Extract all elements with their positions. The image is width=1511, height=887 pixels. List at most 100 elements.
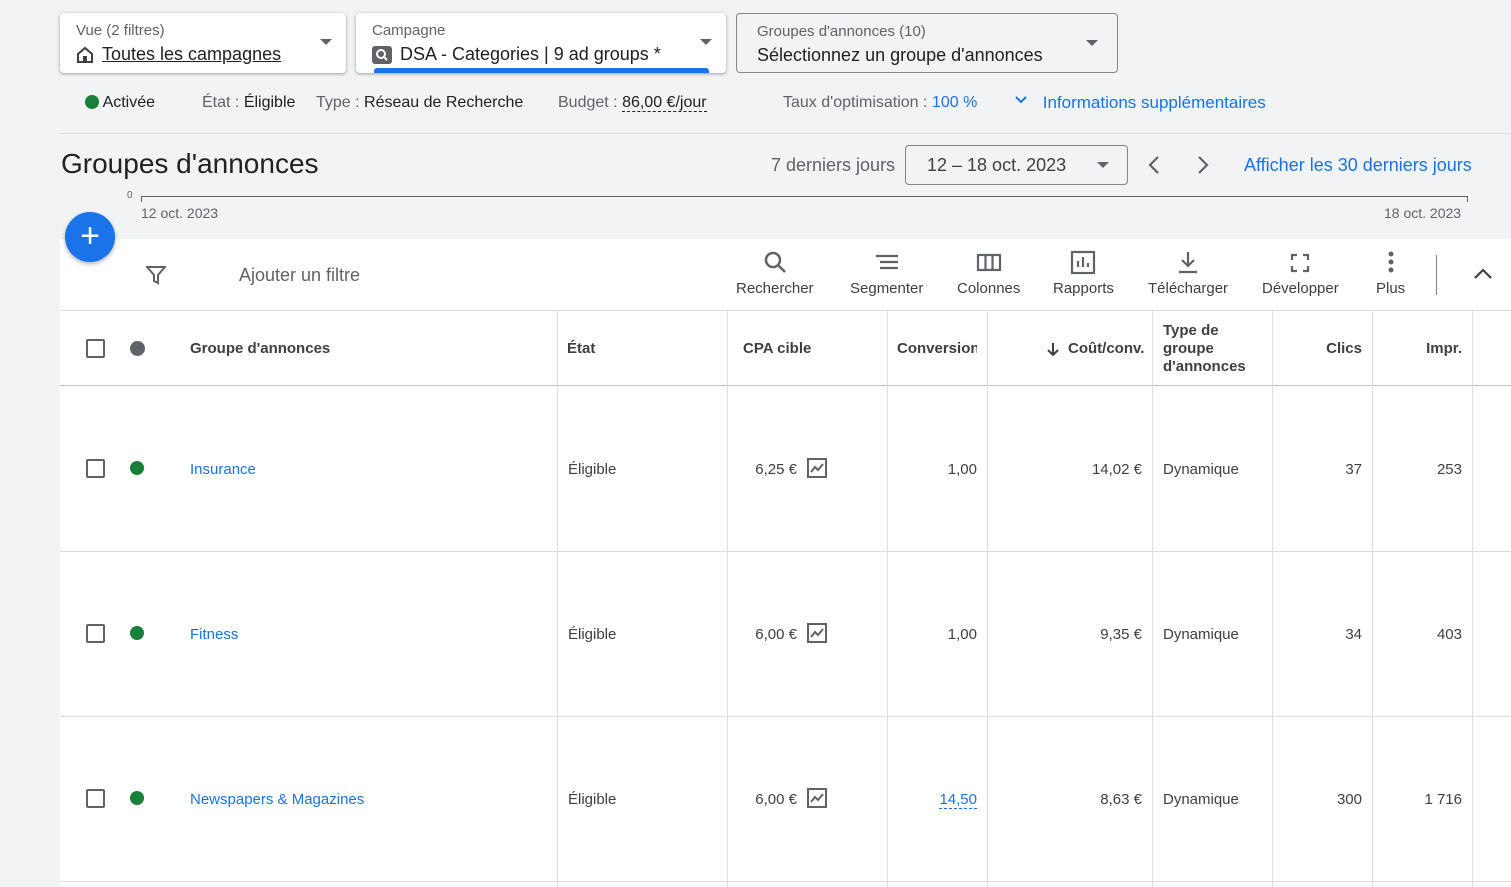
fullscreen-icon [1291, 253, 1310, 273]
row-impr: 403 [1436, 626, 1462, 643]
header-impr[interactable]: Impr. [1372, 311, 1462, 386]
campaign-selector[interactable]: Campagne DSA - Categories | 9 ad groups … [356, 13, 726, 73]
status-type: Type : Réseau de Recherche [316, 94, 523, 112]
search-label: Rechercher [736, 280, 814, 297]
campaign-value-wrap: DSA - Categories | 9 ad groups * [372, 44, 661, 65]
chevron-down-icon [1015, 96, 1027, 104]
row-border [60, 551, 1511, 552]
expand-label: Développer [1262, 280, 1339, 297]
view-label: Vue (2 filtres) [76, 22, 165, 39]
opt-label: Taux d'optimisation : [783, 94, 928, 111]
row-type: Dynamique [1163, 791, 1239, 808]
row-status-dot [130, 626, 144, 640]
type-label: Type : [316, 94, 360, 111]
toolbar-more[interactable]: Plus [1376, 250, 1405, 297]
chevron-up-icon[interactable] [1473, 266, 1493, 282]
caret-down-icon [320, 39, 332, 45]
header-type-line: Type de [1163, 321, 1219, 339]
campaign-label: Campagne [372, 22, 446, 39]
divider [60, 133, 1511, 134]
row-state: Éligible [568, 626, 617, 643]
col-divider [1472, 311, 1473, 887]
timeline-end: 18 oct. 2023 [1384, 205, 1462, 221]
toolbar-download[interactable]: Télécharger [1148, 250, 1228, 297]
timeline-zero: 0 [127, 190, 133, 201]
header-type-line: d'annonces [1163, 357, 1246, 375]
row-cost-conv: 14,02 € [1091, 461, 1142, 478]
adgroup-label: Groupes d'annonces (10) [757, 23, 926, 40]
row-clicks: 37 [1345, 461, 1362, 478]
state-value: Éligible [243, 94, 296, 111]
status-optimization[interactable]: Taux d'optimisation : 100 % [783, 94, 977, 112]
type-value: Réseau de Recherche [364, 94, 524, 111]
adgroup-name-link[interactable]: Insurance [190, 461, 256, 478]
date-range-picker[interactable]: 12 – 18 oct. 2023 [905, 145, 1128, 185]
view-selector[interactable]: Vue (2 filtres) Toutes les campagnes [60, 13, 346, 73]
col-divider [557, 311, 558, 887]
trend-chart-icon[interactable] [807, 788, 827, 808]
search-campaign-icon [372, 45, 392, 64]
timeline-axis [141, 196, 1468, 197]
select-all-checkbox[interactable] [86, 339, 105, 358]
header-type[interactable]: Type de groupe d'annonces [1163, 311, 1246, 386]
row-cost-conv: 9,35 € [1100, 626, 1142, 643]
adgroup-name-link[interactable]: Fitness [190, 626, 238, 643]
row-checkbox[interactable] [86, 789, 105, 808]
toolbar-reports[interactable]: Rapports [1053, 250, 1114, 297]
caret-down-icon [1097, 162, 1109, 168]
more-info-link[interactable]: Informations supplémentaires [1014, 93, 1266, 113]
row-clicks: 300 [1336, 791, 1362, 808]
budget-label: Budget : [558, 94, 618, 111]
trend-chart-icon[interactable] [807, 623, 827, 643]
col-divider [1152, 311, 1153, 887]
timeline-start-tick [141, 196, 142, 202]
status-active-label: Activée [102, 94, 156, 111]
row-border [60, 881, 1511, 882]
add-button[interactable]: + [65, 212, 115, 262]
reports-icon [1071, 250, 1096, 275]
row-conversions-link[interactable]: 14,50 [887, 791, 977, 809]
add-filter-input[interactable]: Ajouter un filtre [239, 265, 360, 286]
row-cpa: 6,00 € [755, 626, 797, 643]
chevron-right-icon[interactable] [1195, 155, 1211, 175]
row-type: Dynamique [1163, 461, 1239, 478]
header-cpa[interactable]: CPA cible [743, 311, 811, 386]
show-30-days-link[interactable]: Afficher les 30 derniers jours [1244, 155, 1472, 176]
campaign-value: DSA - Categories | 9 ad groups * [400, 44, 661, 64]
header-cost-conv[interactable]: Coût/conv. [1046, 311, 1144, 386]
opt-value[interactable]: 100 % [932, 94, 977, 111]
more-info-label: Informations supplémentaires [1042, 93, 1266, 112]
header-state[interactable]: État [567, 311, 595, 386]
view-value: Toutes les campagnes [102, 44, 282, 64]
status-budget[interactable]: Budget : 86,00 €/jour [558, 94, 707, 112]
adgroup-selector[interactable]: Groupes d'annonces (10) Sélectionnez un … [736, 13, 1118, 73]
row-clicks: 34 [1345, 626, 1362, 643]
header-type-line: groupe [1163, 339, 1214, 357]
arrow-down-icon [1047, 342, 1059, 356]
cost-conv-label: Coût/conv. [1068, 340, 1145, 357]
row-state: Éligible [568, 791, 617, 808]
toolbar-search[interactable]: Rechercher [736, 250, 814, 297]
filter-icon[interactable] [146, 265, 166, 285]
reports-label: Rapports [1053, 280, 1114, 297]
toolbar-columns[interactable]: Colonnes [957, 250, 1020, 297]
toolbar-expand[interactable]: Développer [1262, 250, 1339, 297]
budget-value[interactable]: 86,00 €/jour [622, 94, 707, 112]
timeline-start: 12 oct. 2023 [141, 205, 219, 221]
campaign-selected-bar [374, 68, 709, 73]
search-icon [764, 251, 786, 273]
row-checkbox[interactable] [86, 624, 105, 643]
trend-chart-icon[interactable] [807, 458, 827, 478]
toolbar-segment[interactable]: Segmenter [850, 250, 923, 297]
row-status-dot [130, 791, 144, 805]
chevron-left-icon[interactable] [1146, 155, 1162, 175]
row-checkbox[interactable] [86, 459, 105, 478]
header-clicks[interactable]: Clics [1272, 311, 1362, 386]
adgroup-name-link[interactable]: Newspapers & Magazines [190, 791, 364, 808]
download-label: Télécharger [1148, 280, 1229, 297]
header-conversions[interactable]: Conversions [897, 311, 977, 386]
columns-icon [976, 253, 1001, 272]
adgroup-value: Sélectionnez un groupe d'annonces [757, 45, 1043, 65]
row-impr: 253 [1436, 461, 1462, 478]
header-adgroup[interactable]: Groupe d'annonces [190, 311, 330, 386]
